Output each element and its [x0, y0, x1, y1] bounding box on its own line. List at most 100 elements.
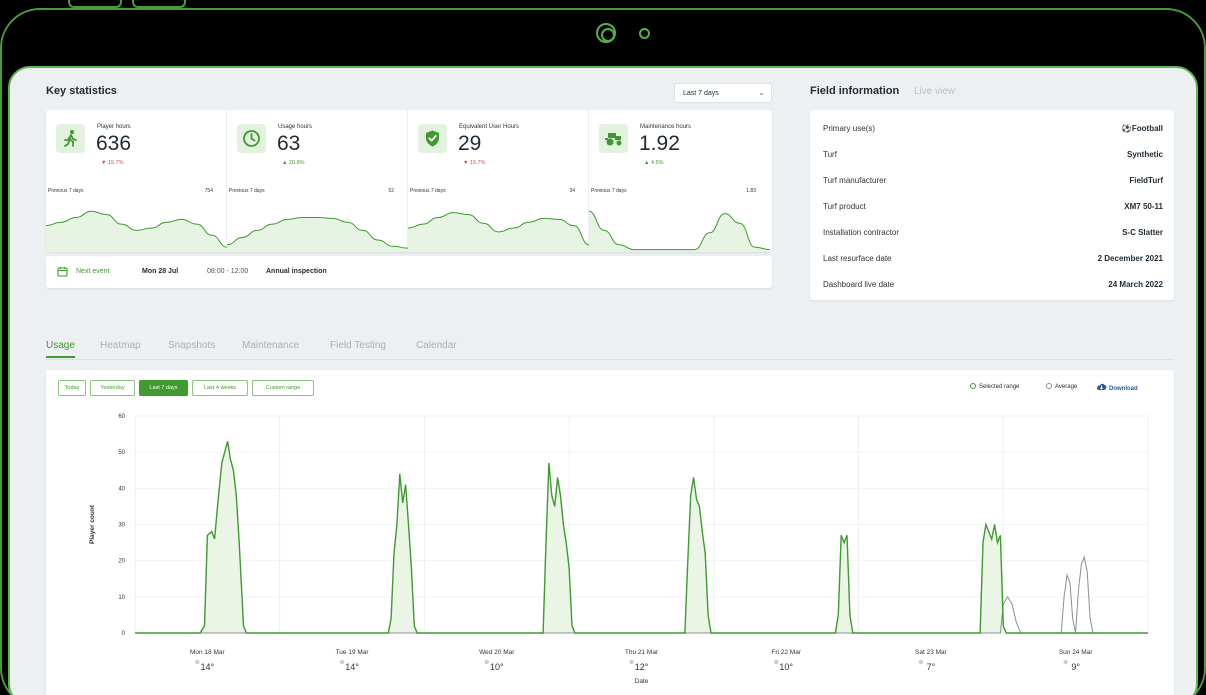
- y-tick-label: 60: [118, 414, 125, 420]
- stat-player-hours[interactable]: Player hours 636 ▼ 15.7% Previous 7 days…: [46, 110, 227, 252]
- next-event-time: 08:00 - 12:00: [207, 268, 249, 275]
- stat-label: Usage hours: [278, 124, 313, 130]
- x-axis-label: Date: [635, 678, 649, 685]
- stat-value: 1.92: [639, 132, 680, 155]
- live-view-link[interactable]: Live view: [914, 86, 955, 97]
- x-tick-label: Sat 23 Mar: [915, 649, 948, 656]
- shield-check-icon: [418, 124, 447, 153]
- usage-chart: 0 10 20 30 40 50 60 Player count Mon 18 Mar 14° Tu…: [89, 414, 1149, 685]
- tab-snapshots[interactable]: Snapshots: [168, 340, 215, 351]
- sparkline: [46, 210, 227, 252]
- stat-previous-label: Previous 7 days: [410, 188, 446, 194]
- field-info-key: Installation contractor: [823, 228, 900, 237]
- legend-average[interactable]: Average: [1046, 383, 1077, 390]
- running-person-icon: [56, 124, 85, 153]
- weather-icon: [1063, 659, 1068, 665]
- temperature-label: 7°: [927, 662, 936, 672]
- weather-icon: [339, 659, 345, 665]
- field-info-value: S-C Slatter: [1122, 228, 1163, 237]
- weather-icon: [195, 659, 200, 665]
- sparkline: [408, 212, 589, 252]
- x-tick-label: Wed 20 Mar: [479, 649, 515, 656]
- stat-delta: ▲ 4.5%: [644, 160, 664, 166]
- next-event-label: Next event: [76, 268, 110, 275]
- stat-previous-value: 34: [569, 188, 575, 194]
- range-select-value: Last 7 days: [683, 90, 719, 97]
- stat-previous-value: 754: [204, 188, 213, 194]
- sparkline: [227, 216, 408, 252]
- y-axis-label: Player count: [89, 504, 96, 544]
- tab-usage[interactable]: Usage: [46, 340, 75, 358]
- range-select[interactable]: Last 7 days ⌄: [674, 83, 772, 103]
- y-tick-label: 30: [118, 523, 125, 529]
- weather-icon: [629, 659, 634, 665]
- x-tick-label: Mon 18 Mar: [190, 649, 226, 656]
- field-info-row: Installation contractor S-C Slatter: [823, 228, 1163, 248]
- device-button: [68, 0, 122, 8]
- tab-heatmap[interactable]: Heatmap: [100, 340, 141, 351]
- x-tick-label: Sun 24 Mar: [1059, 649, 1093, 656]
- temperature-label: 12°: [635, 662, 649, 672]
- stat-delta: ▲ 20.8%: [282, 160, 305, 166]
- tab-calendar[interactable]: Calendar: [416, 340, 457, 351]
- stat-previous: Previous 7 days 34: [410, 188, 575, 194]
- next-event-date: Mon 28 Jul: [142, 268, 179, 275]
- legend-average-label: Average: [1055, 384, 1078, 390]
- temperature-label: 10°: [779, 662, 793, 672]
- temperature-label: 14°: [345, 662, 359, 672]
- field-info-key: Turf manufacturer: [823, 176, 887, 185]
- field-information-title: Field information: [810, 85, 900, 97]
- stat-previous-value: 52: [388, 188, 394, 194]
- weather-icon: [484, 659, 489, 665]
- sparkline: [589, 210, 770, 252]
- field-info-row: Turf Synthetic: [823, 150, 1163, 170]
- tab-field-testing[interactable]: Field Testing: [330, 340, 386, 351]
- stat-value: 63: [277, 132, 301, 155]
- field-info-value: 24 March 2022: [1108, 280, 1163, 289]
- download-button[interactable]: Download: [1096, 382, 1138, 392]
- sparkline-area: [589, 211, 770, 252]
- field-info-value: FieldTurf: [1129, 176, 1163, 185]
- stat-previous-label: Previous 7 days: [48, 188, 84, 194]
- temperature-label: 14°: [201, 662, 215, 672]
- stat-maintenance-hours[interactable]: Maintenance hours 1.92 ▲ 4.5% Previous 7…: [589, 110, 770, 252]
- selected-range-dot-icon: [970, 383, 976, 389]
- tractor-icon: [599, 124, 628, 153]
- field-info-value: Synthetic: [1126, 150, 1163, 159]
- tab-maintenance[interactable]: Maintenance: [242, 340, 299, 351]
- range-button-today[interactable]: Today: [58, 380, 86, 396]
- range-button-custom-range[interactable]: Custom range: [252, 380, 314, 396]
- temperature-label: 10°: [490, 662, 504, 672]
- stat-previous-value: 1.83: [746, 188, 756, 194]
- field-info-row: Turf product XM7 50-11: [823, 202, 1163, 222]
- x-tick-label: Tue 19 Mar: [336, 649, 370, 656]
- stat-delta: ▼ 15.7%: [101, 160, 124, 166]
- calendar-icon: [57, 267, 68, 277]
- field-info-row: Last resurface date 2 December 2021: [823, 254, 1163, 274]
- device-button: [132, 0, 186, 8]
- stat-value: 29: [458, 132, 482, 155]
- range-button-yesterday[interactable]: Yesterday: [90, 380, 135, 396]
- sensor-icon: [639, 28, 650, 39]
- stat-previous-label: Previous 7 days: [591, 188, 627, 194]
- camera-icon: [596, 23, 616, 43]
- field-info-row: Primary use(s) ⚽Football: [823, 124, 1163, 144]
- section-tabs: Usage Heatmap Snapshots Maintenance Fiel…: [46, 340, 1174, 360]
- range-button-last-4-weeks[interactable]: Last 4 weeks: [192, 380, 248, 396]
- stat-equivalent-user-hours[interactable]: Equivalent User Hours 29 ▼ 15.7% Previou…: [408, 110, 589, 252]
- stat-usage-hours[interactable]: Usage hours 63 ▲ 20.8% Previous 7 days 5…: [227, 110, 408, 252]
- y-tick-label: 40: [118, 486, 125, 492]
- y-tick-label: 0: [122, 631, 126, 637]
- device-frame: Key statistics Last 7 days ⌄ Player hour…: [0, 0, 1206, 695]
- average-dot-icon: [1046, 383, 1052, 389]
- stat-delta: ▼ 15.7%: [463, 160, 486, 166]
- download-label: Download: [1109, 386, 1138, 392]
- x-tick-label: Fri 22 Mar: [771, 649, 801, 656]
- range-button-last-7-days[interactable]: Last 7 days: [139, 380, 188, 396]
- field-info-key: Last resurface date: [823, 254, 892, 263]
- legend-selected-range[interactable]: Selected range: [970, 383, 1019, 390]
- stat-previous: Previous 7 days 52: [229, 188, 394, 194]
- usage-chart-panel: 0 10 20 30 40 50 60 Player count Mon 18 Mar 14° Tu…: [46, 370, 1174, 695]
- stat-previous: Previous 7 days 1.83: [591, 188, 756, 194]
- next-event-bar[interactable]: Next event Mon 28 Jul 08:00 - 12:00 Annu…: [46, 256, 772, 288]
